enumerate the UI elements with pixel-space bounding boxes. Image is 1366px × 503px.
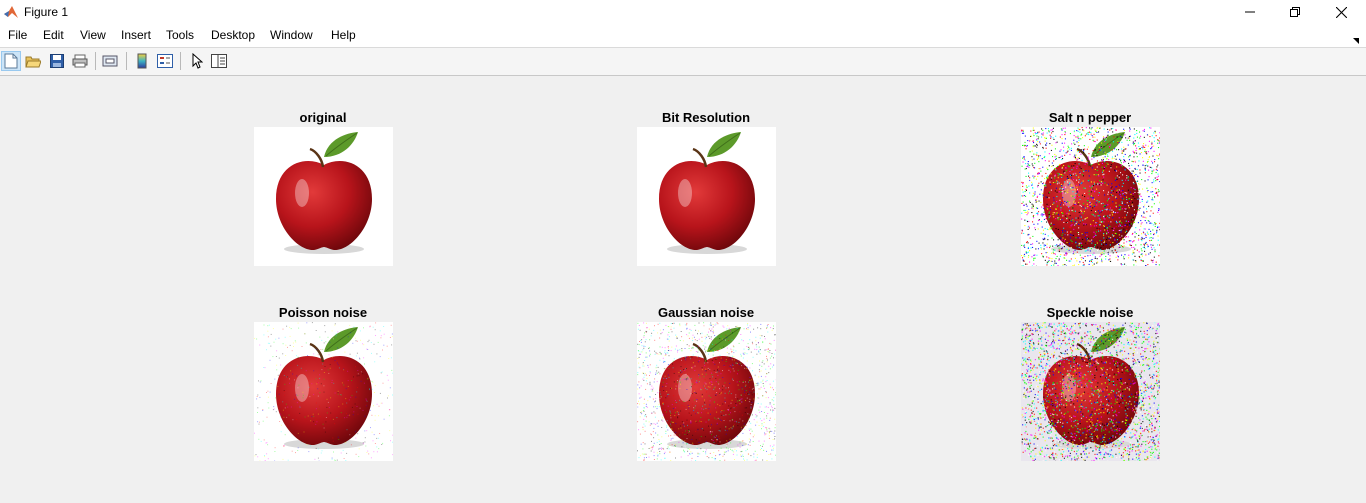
image-bit-resolution[interactable]: [637, 127, 776, 266]
minimize-icon: [1245, 11, 1255, 13]
pointer-icon: [192, 53, 203, 69]
new-figure-icon: [4, 53, 18, 69]
apple-image: [254, 322, 393, 461]
menu-window[interactable]: Window: [270, 28, 313, 42]
subplot-title: Gaussian noise: [657, 305, 755, 320]
dock-arrow-icon[interactable]: [1353, 31, 1361, 44]
subplot-title: Bit Resolution: [661, 110, 751, 125]
menu-bar: File Edit View Insert Tools Desktop Wind…: [0, 24, 1366, 48]
menu-desktop[interactable]: Desktop: [211, 28, 255, 42]
property-editor-button[interactable]: [209, 51, 229, 71]
image-poisson[interactable]: [254, 322, 393, 461]
save-button[interactable]: [47, 51, 67, 71]
colorbar-icon: [137, 53, 147, 69]
link-button[interactable]: [100, 51, 120, 71]
apple-image: [1021, 127, 1160, 266]
window-title: Figure 1: [24, 5, 69, 19]
open-file-button[interactable]: [23, 51, 43, 71]
image-salt-pepper[interactable]: [1021, 127, 1160, 266]
figure-canvas: original Bit Resolution Salt n pepper Po…: [0, 76, 1366, 503]
close-button[interactable]: [1318, 0, 1364, 24]
apple-image: [637, 322, 776, 461]
image-speckle[interactable]: [1021, 322, 1160, 461]
print-icon: [72, 54, 88, 68]
subplot-title: Salt n pepper: [1048, 110, 1132, 125]
menu-file[interactable]: File: [8, 28, 27, 42]
image-original[interactable]: [254, 127, 393, 266]
subplot-title: Speckle noise: [1046, 305, 1134, 320]
open-file-icon: [25, 56, 41, 68]
edit-plot-button[interactable]: [187, 51, 207, 71]
property-editor-icon: [211, 54, 227, 68]
legend-icon: [157, 54, 173, 68]
apple-image: [254, 127, 393, 266]
apple-image: [637, 127, 776, 266]
minimize-button[interactable]: [1227, 0, 1273, 24]
save-icon: [50, 54, 64, 68]
close-icon: [1335, 6, 1347, 18]
link-icon: [102, 55, 118, 67]
title-bar: Figure 1: [0, 0, 1366, 24]
toolbar-separator: [126, 52, 127, 70]
subplot-title: Poisson noise: [278, 305, 368, 320]
legend-button[interactable]: [155, 51, 175, 71]
restore-icon: [1290, 7, 1300, 17]
menu-edit[interactable]: Edit: [43, 28, 64, 42]
menu-tools[interactable]: Tools: [166, 28, 194, 42]
menu-insert[interactable]: Insert: [121, 28, 151, 42]
new-figure-button[interactable]: [1, 51, 21, 71]
menu-help[interactable]: Help: [331, 28, 356, 42]
subplot-title: original: [299, 110, 347, 125]
menu-view[interactable]: View: [80, 28, 106, 42]
restore-button[interactable]: [1272, 0, 1318, 24]
image-gaussian[interactable]: [637, 322, 776, 461]
print-button[interactable]: [70, 51, 90, 71]
apple-image: [1021, 322, 1160, 461]
toolbar-separator: [95, 52, 96, 70]
toolbar: [0, 48, 1366, 76]
colorbar-button[interactable]: [132, 51, 152, 71]
toolbar-separator: [180, 52, 181, 70]
matlab-logo-icon: [3, 4, 19, 20]
